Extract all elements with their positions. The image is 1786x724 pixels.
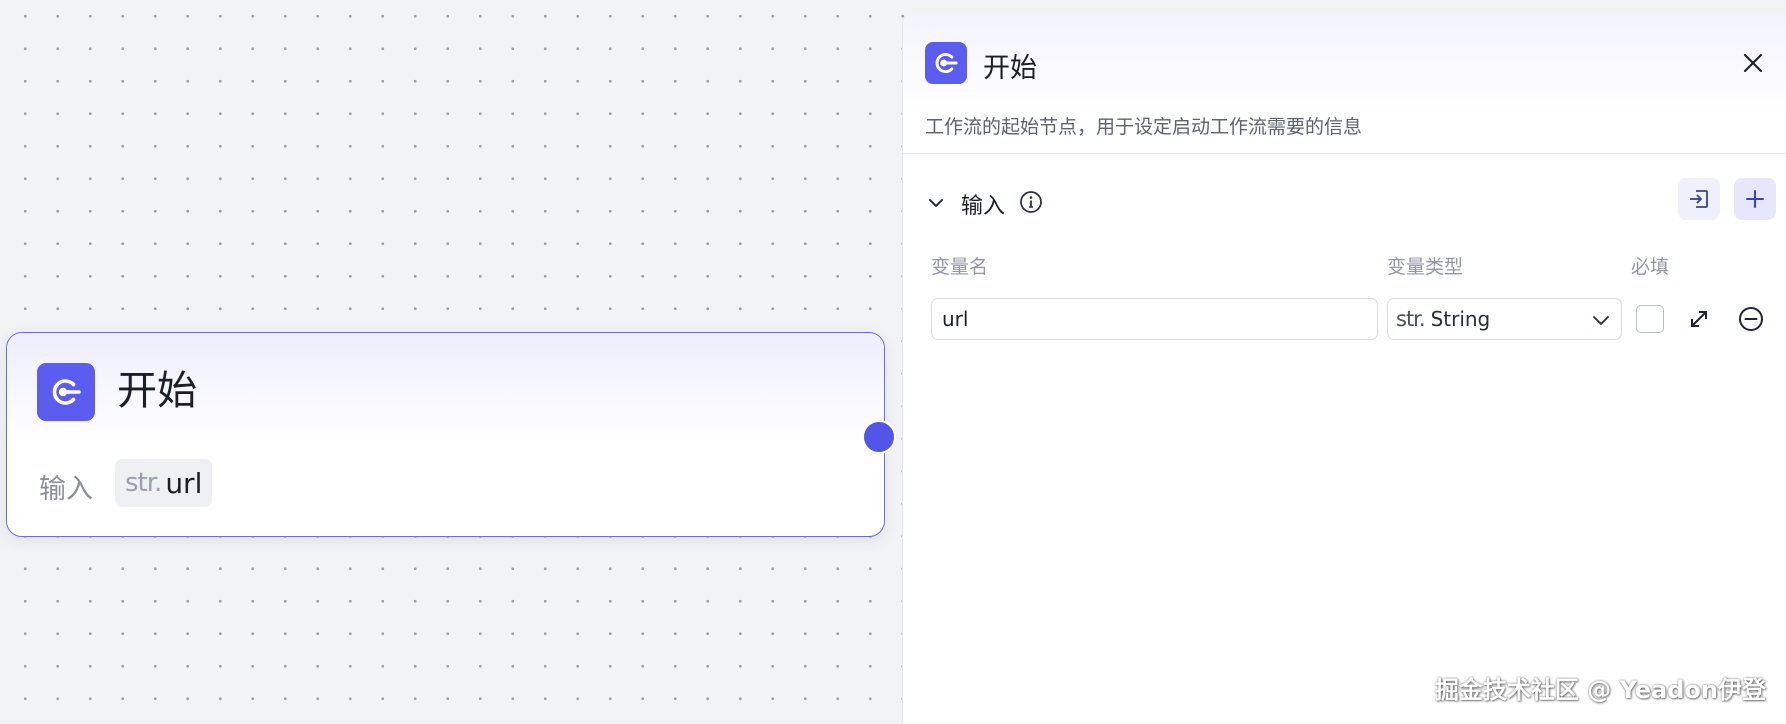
variable-chip-url: str. url (115, 459, 213, 507)
input-section-title: 输入 (961, 194, 1006, 219)
node-output-handle[interactable] (862, 420, 896, 454)
type-value: String (1430, 307, 1491, 331)
panel-title: 开始 (983, 53, 1037, 84)
variable-type-select[interactable]: str. String (1387, 298, 1622, 340)
import-variables-button[interactable] (1678, 178, 1720, 220)
input-section-header: 输入 (903, 178, 1786, 228)
variable-name: url (165, 466, 203, 500)
watermark: 掘金技术社区 @ Yeadon伊登 (1434, 676, 1766, 704)
close-icon (1743, 53, 1763, 73)
column-header-type: 变量类型 (1387, 256, 1464, 278)
column-header-name: 变量名 (931, 256, 989, 278)
chevron-down-icon[interactable] (925, 192, 947, 214)
start-node-title: 开始 (117, 368, 197, 414)
required-checkbox[interactable] (1636, 305, 1664, 333)
add-variable-button[interactable] (1734, 178, 1776, 220)
expand-icon[interactable] (1685, 305, 1713, 333)
plus-icon (1746, 190, 1764, 208)
import-icon (1690, 190, 1708, 208)
minus-circle-icon[interactable] (1736, 304, 1766, 334)
close-button[interactable] (1738, 48, 1768, 78)
variable-name-input[interactable] (931, 298, 1378, 340)
start-node-card[interactable]: 开始 输入 str. url (6, 332, 885, 537)
column-header-required: 必填 (1631, 256, 1670, 278)
info-icon[interactable] (1019, 190, 1043, 214)
start-node-input-label: 输入 (39, 474, 93, 505)
chevron-down-icon (1593, 316, 1609, 325)
variable-type-prefix: str. (125, 468, 162, 498)
type-prefix: str. (1396, 307, 1426, 331)
panel-description: 工作流的起始节点，用于设定启动工作流需要的信息 (925, 116, 1363, 138)
start-node-icon (37, 363, 95, 421)
start-node-icon (925, 42, 967, 84)
node-config-panel: 开始 工作流的起始节点，用于设定启动工作流需要的信息 输入 变量名 变量类型 必… (902, 14, 1786, 724)
